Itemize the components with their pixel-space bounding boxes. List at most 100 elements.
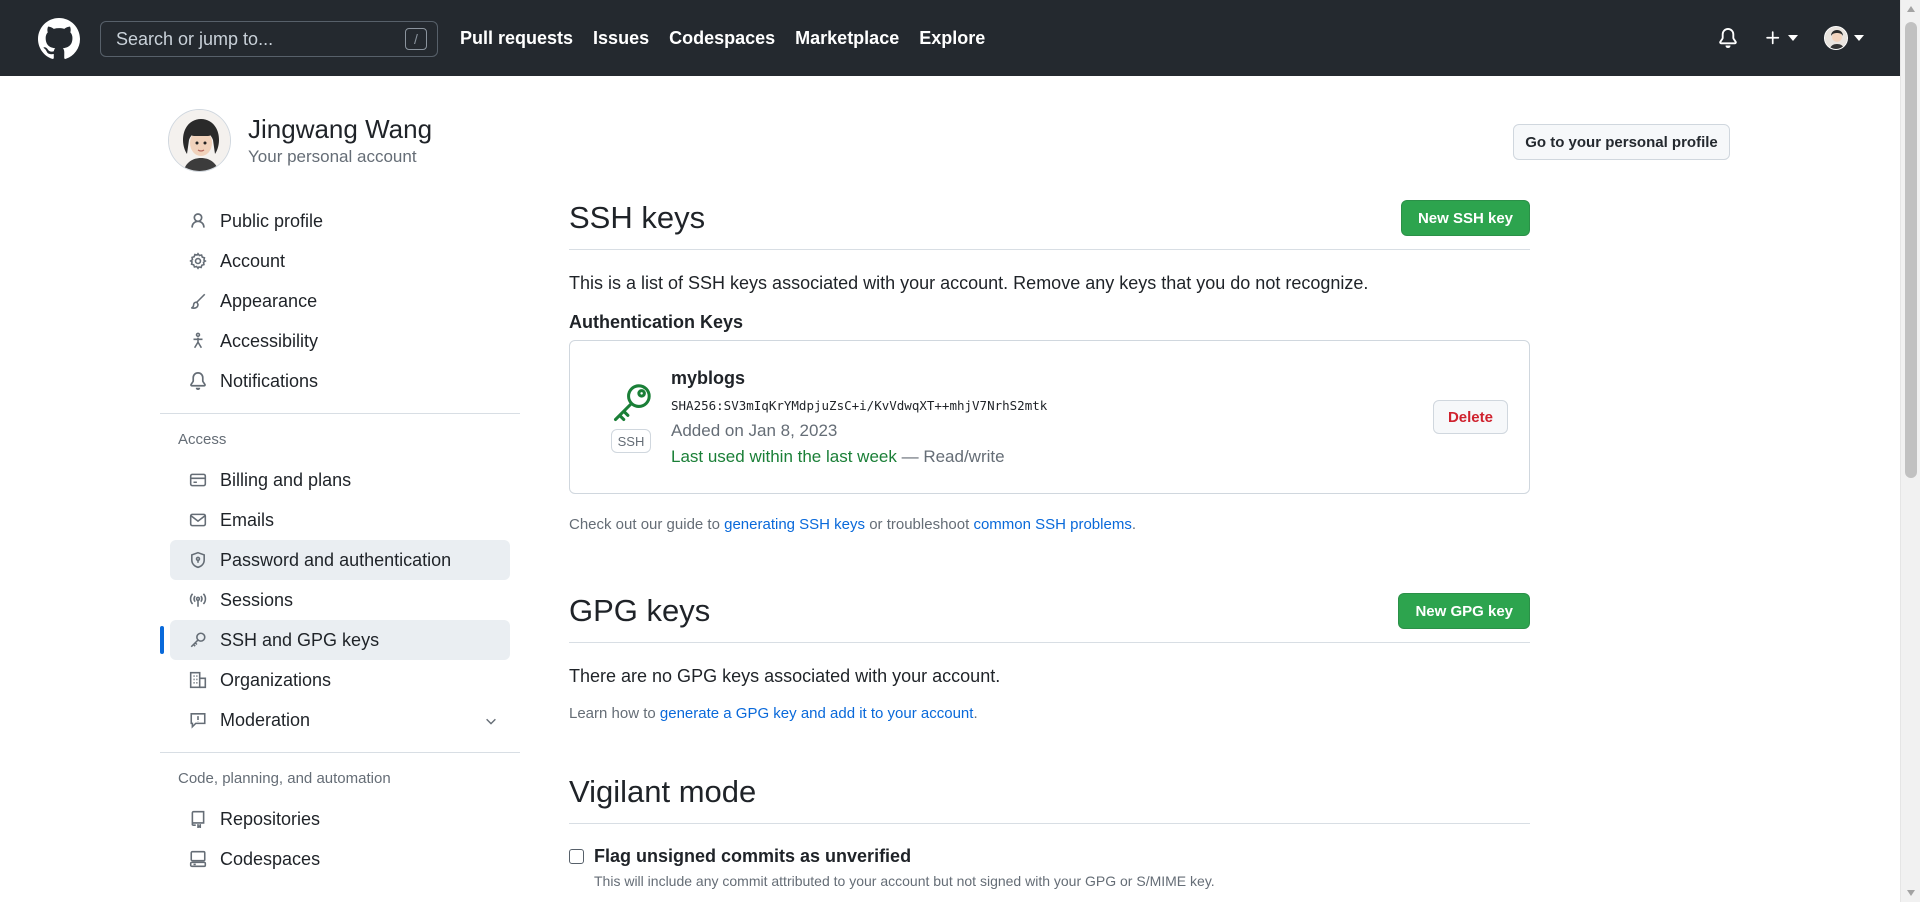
generating-ssh-keys-link[interactable]: generating SSH keys bbox=[724, 516, 865, 533]
generate-gpg-key-link[interactable]: generate a GPG key and add it to your ac… bbox=[660, 705, 974, 722]
gpg-keys-section: GPG keys New GPG key There are no GPG ke… bbox=[569, 593, 1530, 722]
sidebar-item-public-profile[interactable]: Public profile bbox=[170, 201, 510, 241]
nav-pull-requests[interactable]: Pull requests bbox=[460, 28, 573, 49]
sidebar-item-label: Sessions bbox=[220, 589, 294, 610]
flag-unsigned-commits-row: Flag unsigned commits as unverified bbox=[569, 846, 1530, 867]
sidebar-group-access: Access bbox=[178, 430, 227, 448]
ssh-guide-middle: or troubleshoot bbox=[865, 516, 974, 533]
new-ssh-key-button[interactable]: New SSH key bbox=[1400, 200, 1530, 236]
nav-explore[interactable]: Explore bbox=[919, 28, 985, 49]
scroll-up-arrow-icon[interactable] bbox=[1907, 6, 1915, 12]
create-new-dropdown[interactable] bbox=[1764, 29, 1798, 47]
sidebar-item-label: Moderation bbox=[220, 709, 311, 730]
scrollbar-thumb[interactable] bbox=[1905, 22, 1917, 478]
bell-icon[interactable] bbox=[1718, 28, 1738, 48]
ssh-keys-description: This is a list of SSH keys associated wi… bbox=[569, 273, 1369, 293]
page-scrollbar[interactable] bbox=[1900, 0, 1920, 902]
new-gpg-key-button[interactable]: New GPG key bbox=[1398, 593, 1530, 629]
sidebar-item-label: Appearance bbox=[220, 290, 318, 311]
sidebar-item-organizations[interactable]: Organizations bbox=[170, 660, 510, 700]
key-icon bbox=[613, 384, 651, 422]
avatar bbox=[1824, 26, 1848, 50]
gpg-learn-text: Learn how to generate a GPG key and add … bbox=[569, 705, 1530, 722]
nav-codespaces[interactable]: Codespaces bbox=[669, 28, 775, 49]
authentication-keys-heading: Authentication Keys bbox=[569, 312, 744, 332]
ssh-key-fingerprint: SHA256:SV3mIqKrYMdpjuZsC+i/KvVdwqXT++mhj… bbox=[671, 398, 1048, 413]
ssh-key-last-used-text: Last used within the last week bbox=[671, 447, 897, 466]
shield-lock-icon bbox=[188, 550, 208, 570]
sidebar-item-account[interactable]: Account bbox=[170, 241, 510, 281]
chevron-down-icon bbox=[1854, 35, 1864, 41]
sidebar-item-label: Billing and plans bbox=[220, 469, 352, 490]
sidebar-item-label: Accessibility bbox=[220, 330, 319, 351]
sidebar-item-emails[interactable]: Emails bbox=[170, 500, 510, 540]
gpg-learn-suffix: . bbox=[973, 705, 978, 722]
sidebar-item-label: Account bbox=[220, 250, 286, 271]
sidebar-item-ssh-gpg-keys[interactable]: SSH and GPG keys bbox=[160, 620, 510, 660]
ssh-guide-text: Check out our guide to generating SSH ke… bbox=[569, 516, 1530, 533]
paintbrush-icon bbox=[188, 291, 208, 311]
sidebar-item-label: Organizations bbox=[220, 669, 332, 690]
sidebar-item-moderation[interactable]: Moderation bbox=[170, 700, 510, 740]
main-content: SSH keys New SSH key This is a list of S… bbox=[569, 200, 1530, 889]
gpg-empty-text: There are no GPG keys associated with yo… bbox=[569, 666, 1001, 686]
vigilant-mode-header: Vigilant mode bbox=[569, 774, 1530, 824]
ssh-key-access-level: — Read/write bbox=[901, 447, 1005, 466]
ssh-keys-header: SSH keys New SSH key bbox=[569, 200, 1530, 250]
chevron-down-icon bbox=[1788, 35, 1798, 41]
person-icon bbox=[188, 211, 208, 231]
report-icon bbox=[188, 710, 208, 730]
sidebar-item-label: SSH and GPG keys bbox=[220, 629, 380, 650]
user-menu-dropdown[interactable] bbox=[1824, 26, 1864, 50]
accessibility-icon bbox=[188, 331, 208, 351]
sidebar-item-appearance[interactable]: Appearance bbox=[170, 281, 510, 321]
sidebar-item-billing[interactable]: Billing and plans bbox=[170, 460, 510, 500]
settings-sidebar: Public profile Account Appearance Access… bbox=[160, 201, 520, 879]
sidebar-item-repositories[interactable]: Repositories bbox=[170, 799, 510, 839]
delete-ssh-key-button[interactable]: Delete bbox=[1432, 400, 1508, 434]
bell-icon bbox=[188, 371, 208, 391]
sidebar-divider bbox=[160, 752, 520, 753]
plus-icon bbox=[1766, 31, 1780, 45]
sidebar-item-notifications[interactable]: Notifications bbox=[170, 361, 510, 401]
gpg-learn-prefix: Learn how to bbox=[569, 705, 660, 722]
search-placeholder: Search or jump to... bbox=[116, 28, 274, 49]
account-heading: Jingwang Wang Your personal account bbox=[168, 109, 432, 172]
organization-icon bbox=[188, 670, 208, 690]
sidebar-item-codespaces[interactable]: Codespaces bbox=[170, 839, 510, 879]
gpg-keys-title: GPG keys bbox=[569, 593, 711, 628]
broadcast-icon bbox=[188, 590, 208, 610]
ssh-key-added-date: Added on Jan 8, 2023 bbox=[671, 421, 838, 440]
flag-unsigned-commits-help: This will include any commit attributed … bbox=[594, 873, 1215, 889]
vigilant-mode-title: Vigilant mode bbox=[569, 774, 757, 809]
search-input[interactable]: Search or jump to... / bbox=[100, 21, 438, 57]
sidebar-divider bbox=[160, 413, 520, 414]
nav-marketplace[interactable]: Marketplace bbox=[795, 28, 899, 49]
common-ssh-problems-link[interactable]: common SSH problems bbox=[973, 516, 1131, 533]
sidebar-item-label: Password and authentication bbox=[220, 549, 452, 570]
sidebar-item-accessibility[interactable]: Accessibility bbox=[170, 321, 510, 361]
search-shortcut-key: / bbox=[405, 28, 427, 50]
sidebar-item-sessions[interactable]: Sessions bbox=[170, 580, 510, 620]
flag-unsigned-commits-checkbox[interactable] bbox=[569, 849, 584, 864]
sidebar-item-label: Public profile bbox=[220, 210, 324, 231]
codespaces-icon bbox=[188, 849, 208, 869]
credit-card-icon bbox=[188, 470, 208, 490]
sidebar-item-password-authentication[interactable]: Password and authentication bbox=[170, 540, 510, 580]
gear-icon bbox=[188, 251, 208, 271]
sidebar-item-label: Notifications bbox=[220, 370, 319, 391]
github-logo-icon[interactable] bbox=[38, 18, 80, 60]
ssh-key-title: myblogs bbox=[671, 368, 746, 388]
scroll-down-arrow-icon[interactable] bbox=[1907, 890, 1915, 896]
ssh-guide-suffix: . bbox=[1131, 516, 1136, 533]
nav-issues[interactable]: Issues bbox=[593, 28, 649, 49]
header-actions bbox=[1718, 0, 1864, 76]
go-to-profile-button[interactable]: Go to your personal profile bbox=[1513, 124, 1730, 160]
sidebar-group-code: Code, planning, and automation bbox=[178, 769, 391, 787]
mail-icon bbox=[188, 510, 208, 530]
ssh-key-last-used: Last used within the last week — Read/wr… bbox=[671, 447, 1005, 467]
chevron-down-icon[interactable] bbox=[484, 712, 498, 733]
account-name: Jingwang Wang bbox=[248, 114, 433, 144]
sidebar-item-label: Repositories bbox=[220, 808, 321, 829]
flag-unsigned-commits-label[interactable]: Flag unsigned commits as unverified bbox=[594, 846, 911, 867]
